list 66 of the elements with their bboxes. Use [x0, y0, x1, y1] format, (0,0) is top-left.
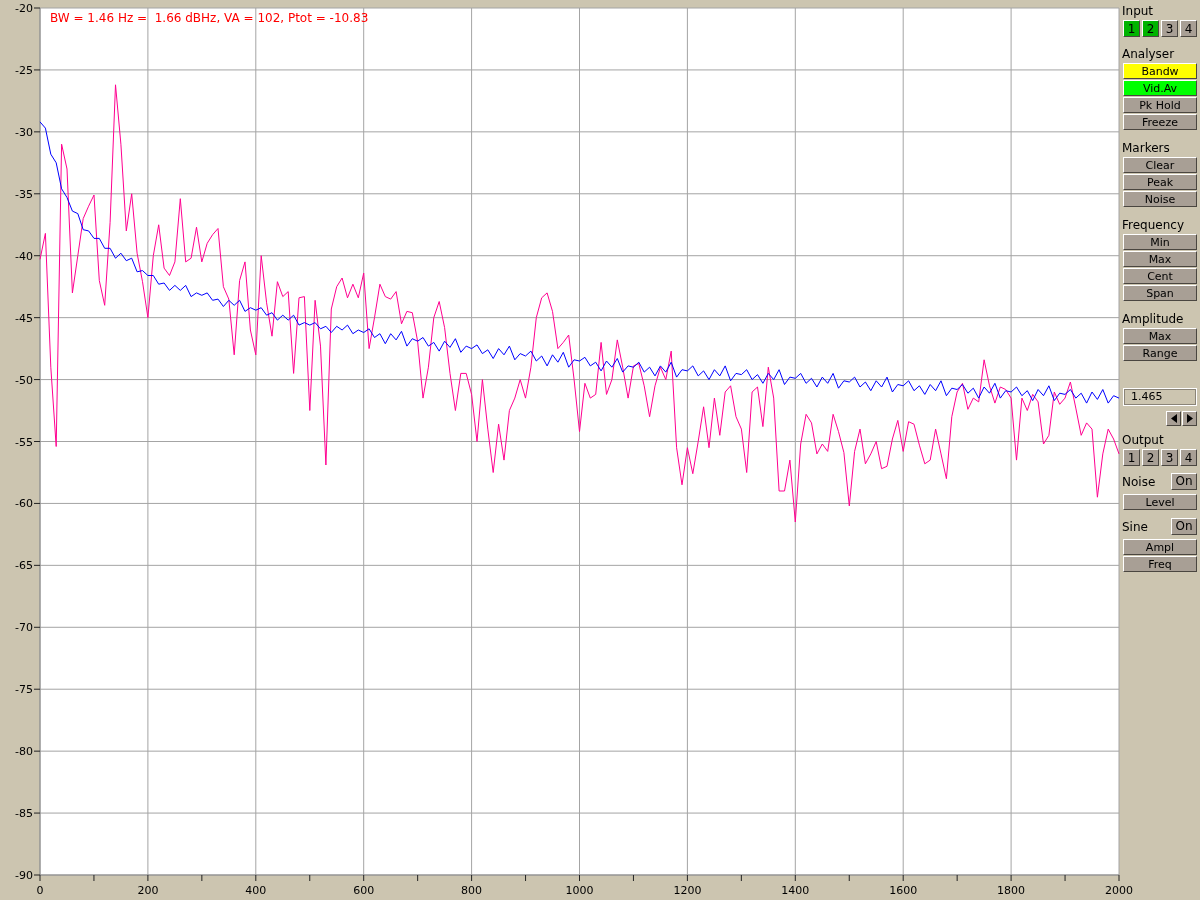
panel-button[interactable]: Min [1123, 234, 1197, 250]
measurement-readout: BW = 1.46 Hz = 1.66 dBHz, VA = 102, Ptot = -10.83 [50, 11, 369, 25]
channel-toggle[interactable]: 2 [1142, 20, 1159, 37]
x-tick-label: 600 [353, 884, 375, 897]
panel-button[interactable]: Cent [1123, 268, 1197, 284]
y-tick-label: -90 [15, 869, 33, 882]
x-tick-label: 1000 [565, 884, 594, 897]
section-label: Output [1122, 433, 1165, 447]
y-tick-label: -30 [15, 125, 33, 139]
channel-toggle[interactable]: 3 [1161, 449, 1178, 466]
section-label: Sine [1122, 519, 1148, 534]
x-tick-label: 400 [245, 884, 267, 897]
left-triangle-icon [1170, 414, 1177, 423]
panel-button[interactable]: Peak [1123, 174, 1197, 190]
section-label: Noise [1122, 474, 1156, 489]
y-tick-label: -75 [15, 683, 33, 697]
y-tick-label: -55 [15, 435, 33, 449]
y-tick-label: -35 [15, 187, 33, 201]
panel-button[interactable]: Pk Hold [1123, 97, 1197, 113]
panel-button[interactable]: Noise [1123, 191, 1197, 207]
section-label: Markers [1122, 141, 1171, 155]
right-triangle-icon [1186, 414, 1193, 423]
section-label: Input [1122, 4, 1155, 18]
x-tick-label: 200 [137, 884, 159, 897]
x-tick-label: 800 [461, 884, 483, 897]
section-label: Amplitude [1122, 312, 1185, 326]
channel-toggle[interactable]: 3 [1161, 20, 1178, 37]
on-toggle-button[interactable]: On [1171, 473, 1197, 490]
y-tick-label: -65 [15, 559, 33, 573]
y-tick-label: -40 [15, 249, 33, 263]
value-field[interactable]: 1.465 [1123, 388, 1197, 406]
y-tick-label: -60 [15, 497, 33, 511]
panel-button[interactable]: Vid.Av [1123, 80, 1197, 96]
section-label: Frequency [1122, 218, 1185, 232]
panel-button[interactable]: Span [1123, 285, 1197, 301]
x-tick-label: 1800 [997, 884, 1026, 897]
y-tick-label: -25 [15, 63, 33, 77]
x-tick-label: 1200 [673, 884, 702, 897]
y-tick-label: -80 [15, 745, 33, 759]
y-tick-label: -85 [15, 807, 33, 821]
y-tick-label: -50 [15, 373, 33, 387]
channel-toggle[interactable]: 1 [1123, 449, 1140, 466]
channel-toggle[interactable]: 4 [1180, 449, 1197, 466]
panel-button[interactable]: Level [1123, 494, 1197, 510]
x-tick-label: 1600 [889, 884, 918, 897]
x-tick-label: 1400 [781, 884, 810, 897]
panel-button[interactable]: Ampl [1123, 539, 1197, 555]
increase-button[interactable] [1182, 411, 1197, 426]
decrease-button[interactable] [1166, 411, 1181, 426]
y-tick-label: -45 [15, 311, 33, 325]
panel-button[interactable]: Freeze [1123, 114, 1197, 130]
y-tick-label: -20 [15, 2, 33, 15]
panel-button[interactable]: Bandw [1123, 63, 1197, 79]
channel-toggle[interactable]: 4 [1180, 20, 1197, 37]
y-tick-label: -70 [15, 621, 33, 635]
section-label: Analyser [1122, 47, 1176, 61]
channel-toggle[interactable]: 2 [1142, 449, 1159, 466]
panel-button[interactable]: Freq [1123, 556, 1197, 572]
panel-button[interactable]: Max [1123, 251, 1197, 267]
channel-toggle[interactable]: 1 [1123, 20, 1140, 37]
x-tick-label: 0 [36, 884, 44, 897]
on-toggle-button[interactable]: On [1171, 518, 1197, 535]
panel-button[interactable]: Range [1123, 345, 1197, 361]
panel-button[interactable]: Max [1123, 328, 1197, 344]
x-tick-label: 2000 [1105, 884, 1133, 897]
panel-button[interactable]: Clear [1123, 157, 1197, 173]
